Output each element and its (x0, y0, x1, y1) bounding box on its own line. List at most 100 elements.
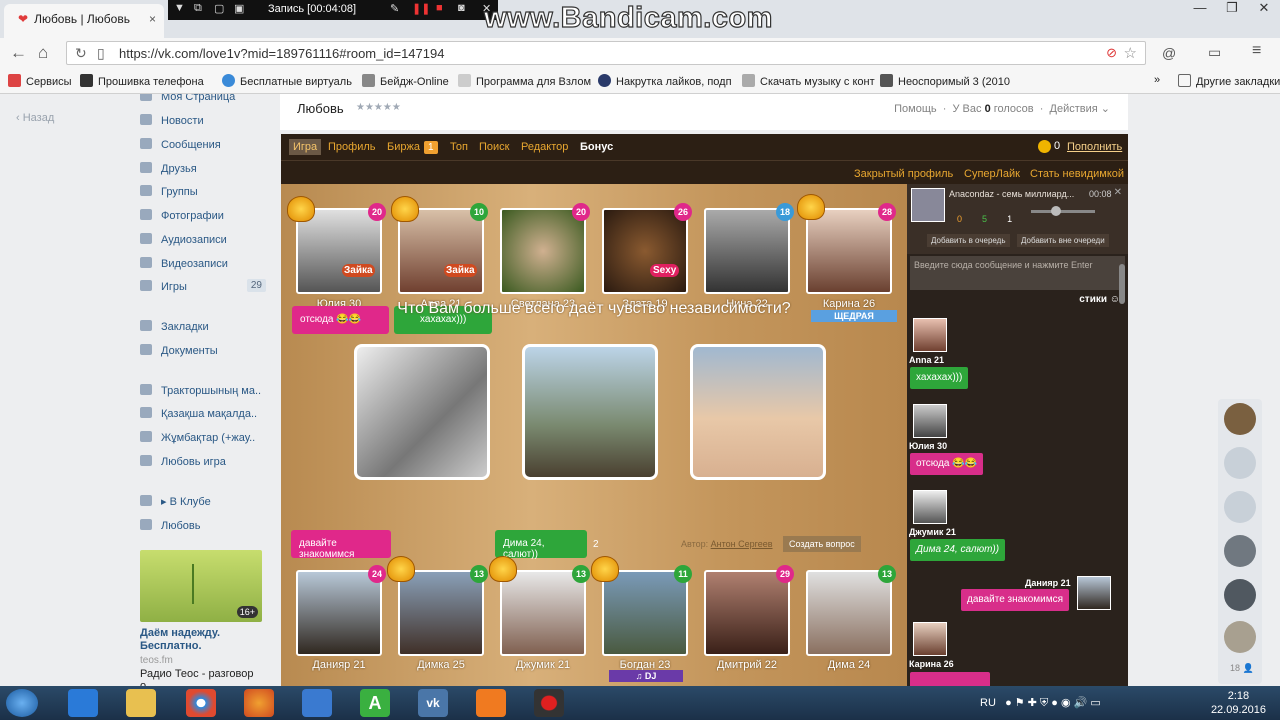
nav-games[interactable]: Игры 29 (140, 279, 268, 298)
pause-icon[interactable]: ❚❚ (412, 2, 430, 15)
player-men-2[interactable]: 13 (398, 565, 488, 656)
app-taskbar-icon[interactable] (302, 689, 332, 717)
chat-avatar[interactable] (913, 318, 947, 352)
friend-avatar[interactable] (1224, 621, 1256, 653)
vk-icon[interactable]: vk (418, 689, 448, 717)
nav-photos[interactable]: Фотографии (140, 209, 268, 227)
chat-user-name[interactable]: Юлия 30 (909, 441, 947, 451)
answer-money[interactable] (354, 344, 490, 480)
player-women-4[interactable]: 26 Sexy (602, 203, 692, 294)
player-women-6[interactable]: 28 (806, 203, 896, 294)
chat-user-name[interactable]: Джумик 21 (909, 527, 956, 537)
tab-exchange[interactable]: Биржа (387, 141, 420, 153)
player-men-6[interactable]: 13 (806, 565, 896, 656)
menu-icon[interactable]: ≡ (1252, 42, 1261, 60)
more-bookmarks-icon[interactable]: » (1154, 74, 1160, 86)
help-link[interactable]: Помощь (894, 103, 937, 115)
folder-taskbar-icon[interactable] (126, 689, 156, 717)
at-icon[interactable]: @ (1162, 45, 1176, 61)
player-women-1[interactable]: 20 Зайка (296, 203, 386, 294)
chat-input[interactable]: Введите сюда сообщение и нажмите Enter (910, 256, 1125, 290)
chat-avatar[interactable] (1077, 576, 1111, 610)
dj-avatar[interactable] (911, 188, 945, 222)
bookmark-1[interactable]: Прошивка телефона (80, 74, 204, 88)
firefox-icon[interactable] (244, 689, 274, 717)
star-icon[interactable]: ☆ (1124, 44, 1137, 62)
chat-avatar[interactable] (913, 404, 947, 438)
volume-slider[interactable] (1031, 210, 1095, 213)
close-icon[interactable]: ✕ (1114, 187, 1122, 198)
actions-menu[interactable]: Действия ⌄ (1050, 103, 1110, 115)
nav-groups[interactable]: Группы (140, 185, 268, 203)
close-window-icon[interactable]: ✕ (1248, 0, 1280, 16)
address-bar[interactable]: ↻ ▯ https://vk.com/love1v?mid=189761116#… (66, 41, 1146, 65)
media-player-icon[interactable] (476, 689, 506, 717)
chat-scrollbar[interactable] (1119, 264, 1125, 304)
chat-user-name[interactable]: Карина 26 (909, 659, 954, 669)
bandicam-icon[interactable] (534, 689, 564, 717)
chat-avatar[interactable] (913, 490, 947, 524)
tab-search[interactable]: Поиск (479, 141, 509, 153)
friend-avatar[interactable] (1224, 535, 1256, 567)
advertisement[interactable]: 16+ Даём надежду. Бесплатно. teos.fm Рад… (140, 550, 262, 686)
maximize-icon[interactable]: ❐ (1216, 0, 1248, 16)
volume-knob[interactable] (1051, 206, 1061, 216)
superlike-link[interactable]: СуперЛайк (964, 168, 1020, 180)
home-icon[interactable]: ⌂ (38, 43, 48, 63)
nav-messages[interactable]: Сообщения (140, 138, 268, 156)
reload-icon[interactable]: ↻ (75, 45, 87, 62)
tab-bonus[interactable]: Бонус (580, 141, 613, 153)
bookmark-7[interactable]: Неоспоримый 3 (2010 (880, 74, 1010, 88)
player-women-5[interactable]: 18 (704, 203, 794, 294)
friend-avatar[interactable] (1224, 491, 1256, 523)
bookmark-2[interactable]: Бесплатные виртуаль (222, 74, 352, 88)
nav-bookmarks[interactable]: Закладки (140, 320, 268, 338)
nav-video[interactable]: Видеозаписи (140, 257, 268, 275)
answer-beach[interactable] (690, 344, 826, 480)
player-men-5[interactable]: 29 (704, 565, 794, 656)
bookmark-3[interactable]: Бейдж-Online (362, 74, 449, 88)
add-to-queue-button[interactable]: Добавить в очередь (927, 234, 1010, 247)
nav-app-1[interactable]: Тракторшының ма.. (140, 384, 268, 402)
nav-audio[interactable]: Аудиозаписи (140, 233, 268, 251)
tab-profile[interactable]: Профиль (328, 141, 376, 153)
start-button[interactable] (6, 689, 38, 717)
other-bookmarks[interactable]: Другие закладки (1178, 74, 1280, 88)
chat-avatar[interactable] (913, 622, 947, 656)
nav-app-2[interactable]: Қазақша мақалда.. (140, 407, 268, 425)
window-icon[interactable]: ⧉ (194, 2, 202, 15)
bookmark-6[interactable]: Скачать музыку с конт (742, 74, 875, 88)
chat-user-name[interactable]: Anna 21 (909, 355, 944, 365)
private-profile-link[interactable]: Закрытый профиль (854, 168, 953, 180)
back-link[interactable]: ‹ Назад (16, 112, 54, 124)
nav-my-page[interactable]: Моя Страница (140, 94, 268, 108)
pencil-icon[interactable]: ✎ (390, 2, 399, 15)
nav-friends[interactable]: Друзья (140, 162, 268, 180)
ad-image[interactable]: 16+ (140, 550, 262, 622)
ie-icon[interactable] (68, 689, 98, 717)
screen-icon[interactable]: ▢ (214, 2, 224, 15)
create-question-button[interactable]: Создать вопрос (783, 536, 861, 552)
a-app-icon[interactable]: A (360, 689, 390, 717)
tab-editor[interactable]: Редактор (521, 141, 568, 153)
chevron-down-icon[interactable]: ▼ (174, 2, 185, 14)
author-link[interactable]: Антон Сергеев (711, 539, 773, 549)
bookmark-4[interactable]: Программа для Взлом (458, 74, 591, 88)
bookmark-services[interactable]: Сервисы (8, 74, 72, 88)
friends-count[interactable]: 18 👤 (1230, 663, 1254, 674)
language-indicator[interactable]: RU (980, 697, 996, 709)
friend-avatar[interactable] (1224, 579, 1256, 611)
chrome-icon[interactable] (186, 689, 216, 717)
ad-title[interactable]: Даём надежду. Бесплатно. (140, 627, 262, 653)
extension-icon[interactable]: ⊘ (1106, 45, 1117, 61)
nav-documents[interactable]: Документы (140, 344, 268, 362)
answer-travel[interactable] (522, 344, 658, 480)
chat-user-name[interactable]: Данияр 21 (1025, 578, 1071, 588)
nav-app-4[interactable]: Любовь игра (140, 455, 268, 473)
chat-icon[interactable]: ▭ (1208, 44, 1221, 61)
close-tab-icon[interactable]: × (149, 12, 156, 26)
clock[interactable]: 2:18 22.09.2016 (1211, 689, 1266, 717)
minimize-icon[interactable]: — (1184, 0, 1216, 15)
nav-club[interactable]: ▸ В Клубе (140, 495, 268, 513)
nav-love[interactable]: Любовь (140, 519, 268, 537)
